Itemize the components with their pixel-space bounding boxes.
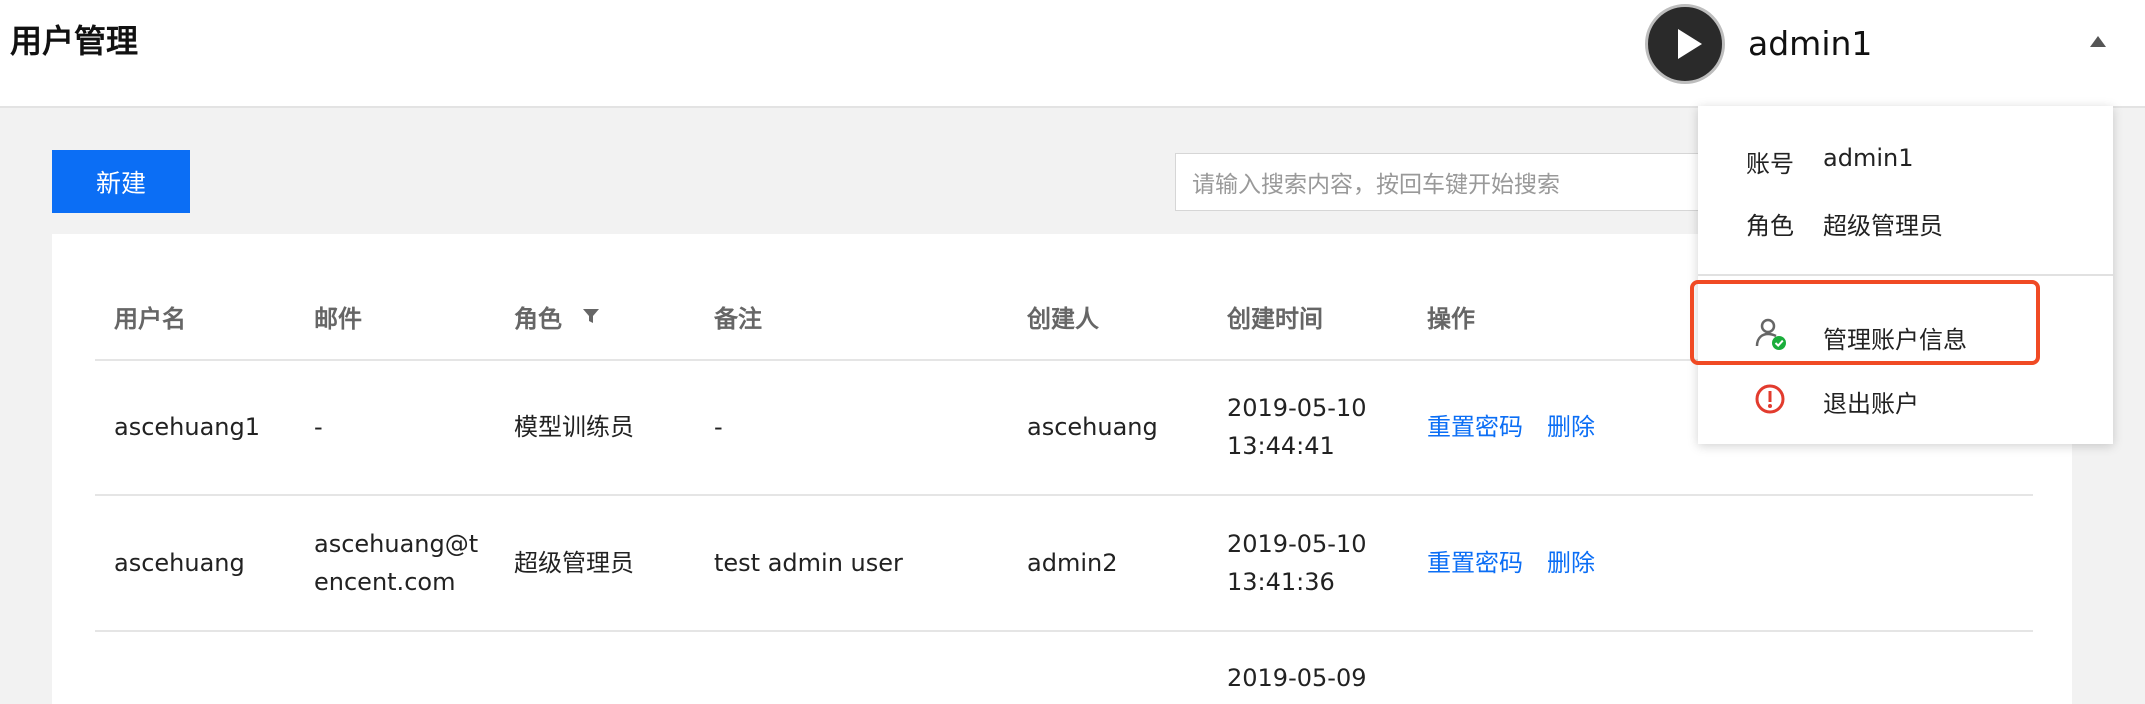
cell-created-time: 13:41:36 [1227,568,1335,596]
logout-label: 退出账户 [1823,390,1919,418]
column-header-note: 备注 [714,305,762,333]
delete-link[interactable]: 删除 [1547,408,1595,446]
account-label: 账号 [1746,150,1794,178]
cell-username: ascehuang1 [114,413,261,441]
cell-creator: ascehuang [1027,413,1158,441]
page-title: 用户管理 [10,22,139,60]
cell-role: 模型训练员 [514,413,634,441]
cell-note: - [714,413,723,441]
column-header-role: 角色 [514,305,562,333]
filter-icon[interactable] [581,306,601,326]
top-bar: 用户管理 admin1 [0,0,2145,108]
column-header-actions: 操作 [1427,305,1475,333]
delete-link[interactable]: 删除 [1547,544,1595,582]
cell-created-time: 13:44:41 [1227,432,1335,460]
column-header-username: 用户名 [114,305,186,333]
alert-circle-icon [1755,384,1785,414]
reset-password-link[interactable]: 重置密码 [1427,544,1523,582]
cell-created-date: 2019-05-10 [1227,530,1367,558]
row-divider [95,630,2033,632]
new-button[interactable]: 新建 [52,150,190,213]
manage-account-highlight [1690,280,2040,365]
column-header-creator: 创建人 [1027,305,1099,333]
play-icon [1678,29,1702,59]
cell-email: ascehuang@t [314,530,479,558]
column-header-created-time: 创建时间 [1227,305,1323,333]
cell-note: test admin user [714,549,903,577]
row-divider [95,494,2033,496]
account-value: admin1 [1823,144,1914,172]
cell-creator: admin2 [1027,549,1118,577]
dropdown-divider [1698,274,2113,276]
column-header-email: 邮件 [314,305,362,333]
avatar[interactable] [1645,4,1725,84]
cell-role: 超级管理员 [514,549,634,577]
cell-email: - [314,413,323,441]
user-menu-name[interactable]: admin1 [1748,24,1872,63]
search-input[interactable]: 请输入搜索内容，按回车键开始搜索 [1175,153,1735,211]
cell-created-date: 2019-05-10 [1227,394,1367,422]
cell-created-date: 2019-05-09 [1227,664,1367,692]
reset-password-link[interactable]: 重置密码 [1427,408,1523,446]
account-dropdown: 账号 admin1 角色 超级管理员 管理账户信息 退出账户 [1698,106,2113,444]
logout-item[interactable]: 退出账户 [1698,368,2113,428]
chevron-up-icon[interactable] [2090,36,2106,47]
role-label: 角色 [1746,212,1794,240]
cell-username: ascehuang [114,549,245,577]
cell-email-continued: encent.com [314,568,456,596]
role-value: 超级管理员 [1823,212,1943,240]
